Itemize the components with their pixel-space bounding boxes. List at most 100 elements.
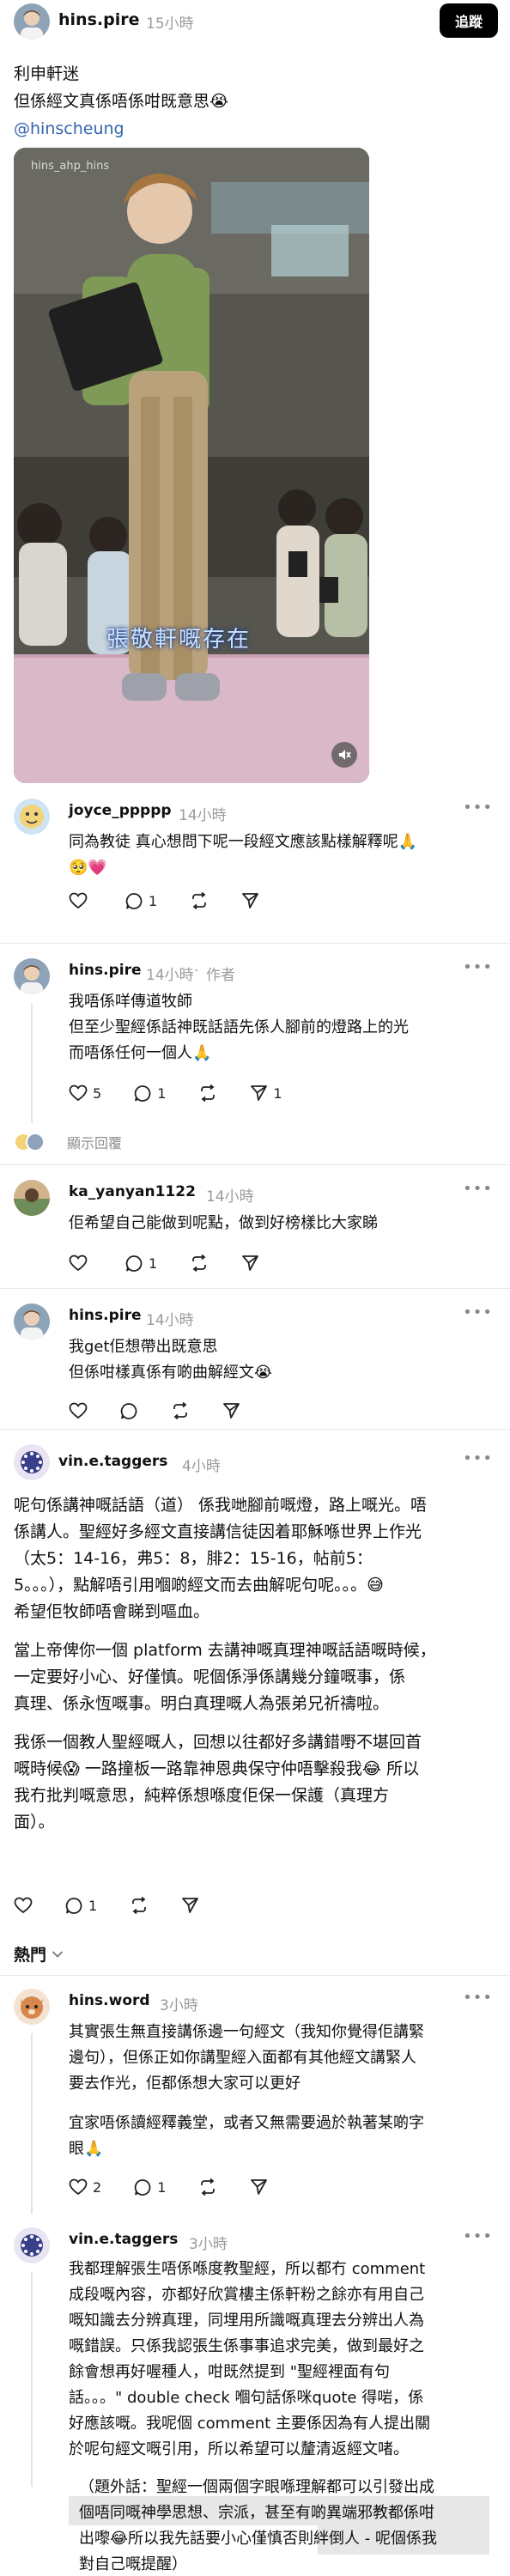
comment-line: 話。。。" double check 嗰句話係咪quote 得啱，係 — [69, 2389, 424, 2407]
more-dots-icon[interactable]: ••• — [463, 1989, 493, 2007]
like-button[interactable] — [69, 1402, 88, 1419]
repost-button[interactable] — [198, 1084, 217, 1102]
sort-dropdown[interactable]: 熱門 — [14, 1942, 64, 1965]
like-button[interactable] — [14, 1897, 33, 1914]
thread-page: hins.pire 15小時 追蹤 利申軒迷 但係經文真係唔係咁既意思😭 @hi… — [0, 0, 510, 2576]
like-count: 2 — [93, 2178, 102, 2196]
comment-line: 嘅錯誤。只係我認張生係事事追求完美，做到最好之 — [69, 2337, 424, 2355]
avatar[interactable] — [14, 1180, 50, 1216]
share-button[interactable] — [250, 2178, 268, 2196]
more-dots-icon[interactable]: ••• — [463, 1180, 493, 1198]
more-dots-icon[interactable]: ••• — [463, 799, 493, 817]
avatar[interactable] — [14, 799, 50, 835]
share-button[interactable] — [241, 1255, 259, 1272]
like-button[interactable]: 5 — [69, 1084, 101, 1102]
reply-button[interactable] — [120, 1402, 138, 1420]
share-button[interactable] — [181, 1897, 199, 1914]
comment: joyce_ppppp 14小時 ••• 同為教徒 真心想問下呢一段經文應該點樣… — [0, 799, 510, 927]
reply-count: 1 — [157, 1084, 167, 1102]
comment-username[interactable]: hins.word — [69, 1992, 150, 2009]
repost-icon — [173, 1402, 187, 1419]
repost-button[interactable] — [198, 2178, 217, 2196]
more-dots-icon[interactable]: ••• — [463, 1303, 493, 1321]
post-header: hins.pire 15小時 追蹤 — [0, 0, 510, 43]
comment-line: 真理、係永恆嘅事。明白真理嘅人為張弟兄祈禱啦。 — [14, 1694, 390, 1713]
comment-line: 嘅時候😱 一路撞板一路靠神恩典保守仲唔擊殺我😂 所以 — [14, 1759, 420, 1778]
avatar[interactable] — [14, 1989, 50, 2025]
share-button[interactable] — [241, 892, 259, 909]
comment-line: 佢希望自己能做到呢點，做到好榜樣比大家睇 — [69, 1214, 378, 1232]
comment-line: 個唔同嘅神學思想、宗派，甚至有啲異端邪教都係咁 — [79, 2504, 434, 2522]
show-replies-label: 顯示回覆 — [67, 1135, 123, 1151]
avatar[interactable] — [14, 1444, 50, 1480]
repost-icon — [192, 1255, 207, 1272]
comment-line: 眼🙏 — [69, 2140, 104, 2158]
paragraph: 其實張生無直接講係邊一句經文（我知你覺得佢講緊 邊句），但係正如你講聖經入面都有… — [69, 2020, 489, 2097]
avatar[interactable] — [14, 3, 50, 39]
share-button[interactable]: 1 — [250, 1084, 282, 1102]
like-button[interactable] — [69, 892, 93, 909]
speaker-muted-icon[interactable] — [331, 742, 357, 768]
comment-bubble-icon — [120, 1402, 137, 1419]
comment-username[interactable]: hins.pire — [69, 1307, 142, 1324]
reply-button[interactable]: 1 — [125, 892, 157, 910]
repost-button[interactable] — [171, 1402, 190, 1419]
reply-count: 1 — [149, 892, 158, 909]
like-button[interactable] — [69, 1255, 93, 1272]
avatar — [26, 1133, 45, 1151]
video-caption: 張敬軒嘅存在 — [106, 627, 252, 653]
thread-line — [31, 2272, 33, 2487]
reply-count: 1 — [88, 1897, 98, 1914]
more-dots-icon[interactable]: ••• — [463, 2227, 493, 2245]
comment-line: 希望佢牧師唔會睇到嘔血。 — [14, 1602, 210, 1621]
paragraph: 宜家唔係讀經釋義堂，或者又無需要過於執著某啲字 眼🙏 — [69, 2111, 489, 2162]
avatar[interactable] — [14, 958, 50, 994]
repost-icon — [132, 1897, 147, 1914]
author-badge: 作者 — [206, 967, 235, 984]
sort-label: 熱門 — [14, 1946, 47, 1965]
comment-username[interactable]: joyce_ppppp — [69, 802, 172, 819]
comment-bubble-icon — [125, 892, 143, 909]
post-text-line: 利申軒迷 — [14, 64, 80, 83]
comment-username[interactable]: hins.pire — [69, 962, 142, 979]
video-watermark: hins_ahp_hins — [31, 160, 110, 173]
comment: ka_yanyan1122 14小時 ••• 佢希望自己能做到呢點，做到好榜樣比… — [0, 1180, 510, 1300]
repost-button[interactable] — [190, 892, 209, 909]
reply-count: 1 — [157, 2178, 167, 2196]
show-replies-link[interactable]: 顯示回覆 — [14, 1132, 122, 1152]
comment-bubble-icon — [65, 1897, 82, 1914]
follow-button[interactable]: 追蹤 — [440, 3, 498, 38]
avatar[interactable] — [14, 2227, 50, 2263]
comment-username[interactable]: vin.e.taggers — [69, 2231, 178, 2248]
comment-username[interactable]: vin.e.taggers — [58, 1453, 167, 1470]
divider — [0, 1429, 510, 1430]
comment-line: 出嚟😂所以我先話要小心僅慎否則絆倒人 - 呢個係我 — [79, 2530, 437, 2548]
comment-line: 🥺💗 — [69, 859, 107, 877]
more-dots-icon[interactable]: ••• — [463, 958, 493, 976]
more-dots-icon[interactable]: ••• — [463, 1449, 493, 1467]
comment-line: 係講人。聖經好多經文直接講信徒因着耶穌喺世界上作光 — [14, 1522, 422, 1541]
post-username[interactable]: hins.pire — [58, 10, 139, 29]
mention-link[interactable]: @hinscheung — [14, 115, 495, 143]
thread-line — [31, 1003, 33, 1123]
post-body: 利申軒迷 但係經文真係唔係咁既意思😭 @hinscheung — [14, 60, 495, 143]
comment-line: （題外話：聖經一個兩個字眼喺理解都可以引發出成 — [79, 2478, 434, 2496]
like-button[interactable]: 2 — [69, 2178, 101, 2196]
reply-button[interactable]: 1 — [125, 1255, 157, 1273]
paragraph: 呢句係講神嘅話語（道） 係我哋腳前嘅燈，路上嘅光。唔 係講人。聖經好多經文直接講… — [14, 1492, 496, 1625]
repost-button[interactable] — [190, 1255, 209, 1272]
send-icon — [242, 893, 259, 908]
send-icon — [182, 1898, 199, 1913]
avatar[interactable] — [14, 1303, 50, 1340]
reply-button[interactable]: 1 — [65, 1897, 97, 1915]
comment-timestamp: 4小時 — [182, 1458, 221, 1475]
comment-username[interactable]: ka_yanyan1122 — [69, 1183, 196, 1200]
repost-button[interactable] — [130, 1897, 149, 1914]
reply-button[interactable]: 1 — [134, 2178, 166, 2196]
reply-button[interactable]: 1 — [134, 1084, 166, 1103]
paragraph: 我都理解張生唔係喺度教聖經，所以都冇 comment 成段嘅內容，亦都好欣賞樓主… — [69, 2257, 489, 2463]
repost-icon — [192, 892, 207, 909]
share-button[interactable] — [222, 1402, 240, 1419]
post-video[interactable]: hins_ahp_hins 張敬軒嘅存在 — [14, 148, 369, 783]
comment-body: 同為教徒 真心想問下呢一段經文應該點樣解釋呢🙏 🥺💗 — [69, 829, 489, 881]
